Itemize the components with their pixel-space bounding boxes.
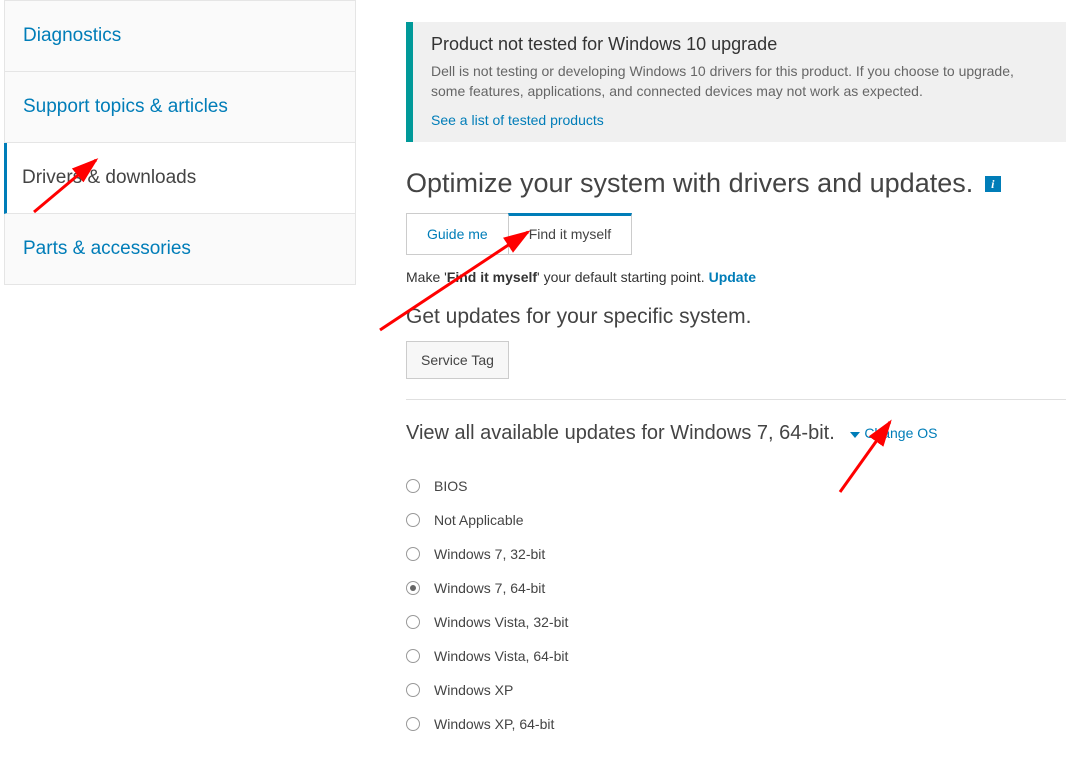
radio-icon <box>406 581 420 595</box>
tab-guide-me[interactable]: Guide me <box>406 213 508 255</box>
heading-text: Optimize your system with drivers and up… <box>406 168 973 198</box>
os-option-win7-64[interactable]: Windows 7, 64-bit <box>406 571 1066 605</box>
radio-icon <box>406 479 420 493</box>
tab-find-it-myself[interactable]: Find it myself <box>508 213 632 255</box>
get-updates-heading: Get updates for your specific system. <box>406 305 1066 329</box>
os-options-list: BIOS Not Applicable Windows 7, 32-bit Wi… <box>406 469 1066 741</box>
radio-icon <box>406 547 420 561</box>
radio-icon <box>406 513 420 527</box>
change-os-link[interactable]: Change OS <box>850 425 937 441</box>
os-option-bios[interactable]: BIOS <box>406 469 1066 503</box>
sidebar-item-parts-accessories[interactable]: Parts & accessories <box>4 214 356 285</box>
os-option-win7-32[interactable]: Windows 7, 32-bit <box>406 537 1066 571</box>
notice-title: Product not tested for Windows 10 upgrad… <box>431 34 1048 55</box>
sidebar: Diagnostics Support topics & articles Dr… <box>4 0 356 285</box>
caret-down-icon <box>850 432 860 438</box>
section-divider <box>406 399 1066 400</box>
sidebar-item-drivers-downloads[interactable]: Drivers & downloads <box>4 143 356 214</box>
tested-products-link[interactable]: See a list of tested products <box>431 112 604 128</box>
radio-icon <box>406 615 420 629</box>
os-option-xp[interactable]: Windows XP <box>406 673 1066 707</box>
sidebar-item-diagnostics[interactable]: Diagnostics <box>4 0 356 72</box>
change-os-label: Change OS <box>864 425 937 441</box>
os-option-xp-64[interactable]: Windows XP, 64-bit <box>406 707 1066 741</box>
method-tabs: Guide me Find it myself <box>406 213 1066 255</box>
os-option-not-applicable[interactable]: Not Applicable <box>406 503 1066 537</box>
service-tag-button[interactable]: Service Tag <box>406 341 509 379</box>
os-option-vista-32[interactable]: Windows Vista, 32-bit <box>406 605 1066 639</box>
sidebar-item-support-topics[interactable]: Support topics & articles <box>4 72 356 143</box>
view-line-text: View all available updates for Windows 7… <box>406 422 835 444</box>
view-available-updates-heading: View all available updates for Windows 7… <box>406 422 1066 445</box>
radio-icon <box>406 683 420 697</box>
page-heading: Optimize your system with drivers and up… <box>406 168 1066 199</box>
main-content: Product not tested for Windows 10 upgrad… <box>406 22 1066 741</box>
windows10-notice: Product not tested for Windows 10 upgrad… <box>406 22 1066 142</box>
update-default-link[interactable]: Update <box>709 269 756 285</box>
notice-body: Dell is not testing or developing Window… <box>431 61 1048 102</box>
radio-icon <box>406 717 420 731</box>
default-starting-point-line: Make 'Find it myself' your default start… <box>406 269 1066 285</box>
info-icon[interactable]: i <box>985 176 1001 192</box>
os-option-vista-64[interactable]: Windows Vista, 64-bit <box>406 639 1066 673</box>
radio-icon <box>406 649 420 663</box>
